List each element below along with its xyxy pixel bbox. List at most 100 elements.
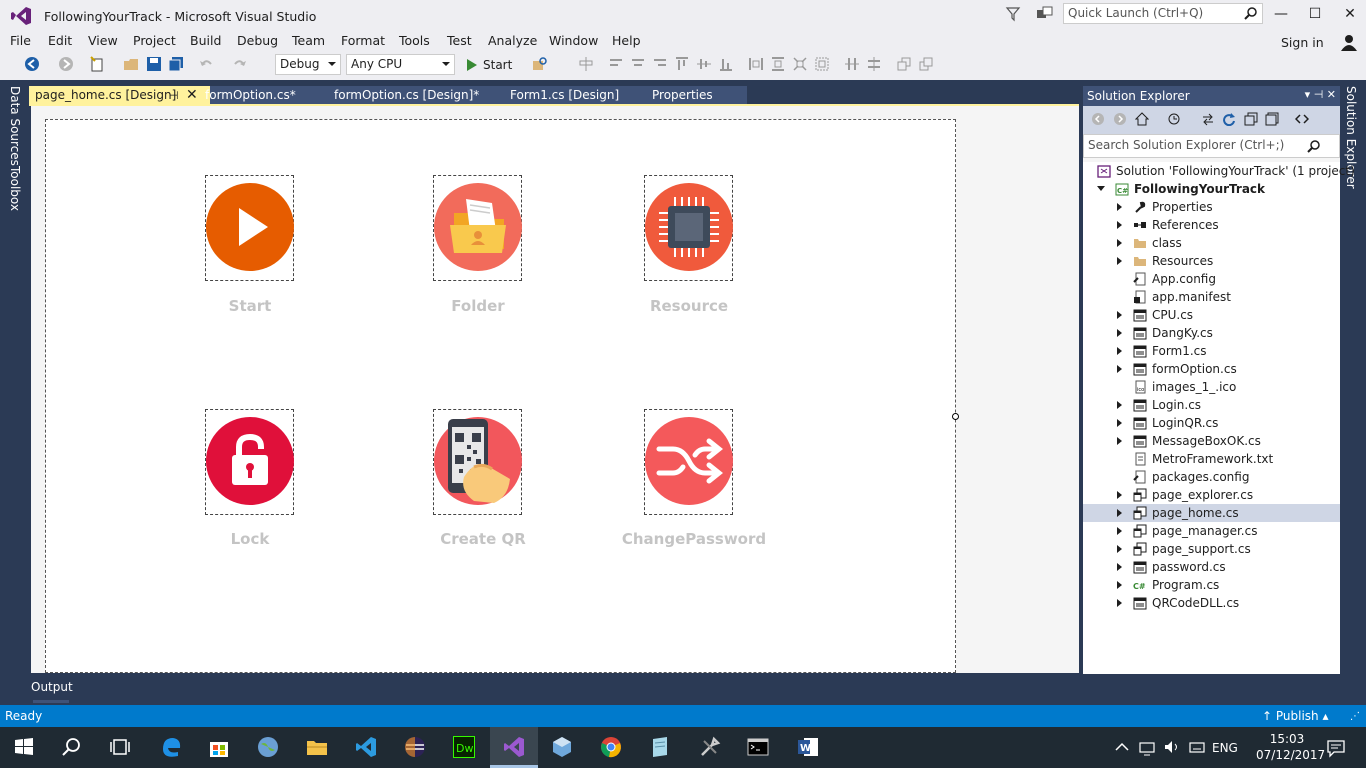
eclipse-icon[interactable] (403, 735, 427, 759)
tree-item[interactable]: Solution 'FollowingYourTrack' (1 project… (1083, 162, 1355, 180)
back-icon[interactable] (1091, 112, 1105, 126)
clock-time[interactable]: 15:03 (1264, 732, 1310, 746)
tab-properties[interactable]: Properties (646, 86, 719, 106)
store-icon[interactable] (207, 735, 231, 759)
action-center-icon[interactable] (1326, 735, 1346, 759)
expand-arrow-icon[interactable] (1117, 545, 1122, 553)
tree-item[interactable]: Properties (1083, 198, 1340, 216)
lock-picturebox[interactable] (205, 409, 294, 515)
tab-form1-design[interactable]: Form1.cs [Design] (504, 86, 625, 106)
expand-arrow-icon[interactable] (1117, 257, 1122, 265)
expand-arrow-icon[interactable] (1117, 401, 1122, 409)
vertical-spacing-icon[interactable] (866, 56, 882, 72)
vs-code-icon[interactable] (354, 735, 378, 759)
expand-arrow-icon[interactable] (1117, 419, 1122, 427)
visual-studio-icon[interactable] (502, 735, 526, 759)
align-tops-icon[interactable] (652, 56, 668, 72)
tree-item[interactable]: C# Program.cs (1083, 576, 1340, 594)
tree-item[interactable]: page_home.cs (1083, 504, 1340, 522)
search-icon[interactable] (60, 735, 84, 759)
close-tab-icon[interactable]: ✕ (186, 87, 198, 103)
expand-arrow-icon[interactable] (1117, 329, 1122, 337)
menu-team[interactable]: Team (292, 33, 325, 48)
menu-tools[interactable]: Tools (399, 33, 430, 48)
send-to-back-icon[interactable] (918, 56, 934, 72)
clock-date[interactable]: 07/12/2017 (1256, 748, 1325, 762)
data-sources-tab[interactable]: Data Sources (8, 86, 22, 166)
open-file-icon[interactable] (123, 56, 139, 72)
expand-arrow-icon[interactable] (1117, 581, 1122, 589)
close-button[interactable]: ✕ (1335, 4, 1365, 24)
solution-explorer-search-input[interactable]: Search Solution Explorer (Ctrl+;) (1083, 134, 1340, 158)
output-tab[interactable]: Output (31, 680, 73, 694)
expand-arrow-icon[interactable] (1117, 599, 1122, 607)
tree-item[interactable]: CPU.cs (1083, 306, 1340, 324)
navigate-back-icon[interactable] (24, 56, 40, 72)
menu-analyze[interactable]: Analyze (488, 33, 537, 48)
show-hidden-icons-icon[interactable] (1114, 735, 1130, 759)
toolbox-tab[interactable]: Toolbox (8, 166, 22, 211)
expand-arrow-icon[interactable] (1117, 311, 1122, 319)
expand-arrow-icon[interactable] (1117, 563, 1122, 571)
solution-platform-select[interactable]: Any CPU (346, 54, 455, 75)
expand-arrow-icon[interactable] (1117, 437, 1122, 445)
tree-item[interactable]: page_explorer.cs (1083, 486, 1340, 504)
resize-handle[interactable] (952, 413, 959, 420)
align-lefts-icon[interactable] (578, 56, 594, 72)
tree-item[interactable]: C# FollowingYourTrack (1083, 180, 1340, 198)
home-icon[interactable] (1135, 112, 1149, 126)
align-bottoms-icon[interactable] (696, 56, 712, 72)
forward-icon[interactable] (1113, 112, 1127, 126)
tree-item[interactable]: ico images_1_.ico (1083, 378, 1340, 396)
tree-item[interactable]: App.config (1083, 270, 1340, 288)
notes-app-icon[interactable] (648, 735, 672, 759)
change-password-picturebox[interactable] (644, 409, 733, 515)
tree-item[interactable]: MessageBoxOK.cs (1083, 432, 1340, 450)
tools-app-icon[interactable] (698, 735, 722, 759)
navigate-forward-icon[interactable] (58, 56, 74, 72)
expand-arrow-icon[interactable] (1117, 347, 1122, 355)
undo-icon[interactable] (198, 56, 214, 72)
collapse-arrow-icon[interactable] (1097, 186, 1105, 191)
notifications-filter-icon[interactable] (1005, 6, 1021, 22)
command-prompt-icon[interactable] (746, 735, 770, 759)
refresh-icon[interactable] (1222, 112, 1236, 126)
expand-arrow-icon[interactable] (1117, 491, 1122, 499)
tree-item[interactable]: formOption.cs (1083, 360, 1340, 378)
redo-icon[interactable] (232, 56, 248, 72)
menu-debug[interactable]: Debug (237, 33, 278, 48)
input-language[interactable]: ENG (1212, 741, 1238, 755)
chrome-icon[interactable] (599, 735, 623, 759)
maximize-button[interactable]: ☐ (1300, 4, 1330, 24)
align-rights-icon[interactable] (630, 56, 646, 72)
file-explorer-icon[interactable] (305, 735, 329, 759)
tree-item[interactable]: MetroFramework.txt (1083, 450, 1340, 468)
align-centers-icon[interactable] (608, 56, 624, 72)
keyboard-icon[interactable] (1188, 735, 1206, 759)
expand-arrow-icon[interactable] (1117, 365, 1122, 373)
search-icon[interactable] (1244, 6, 1258, 20)
show-all-files-icon[interactable] (1265, 112, 1279, 126)
tree-item[interactable]: References (1083, 216, 1340, 234)
tree-item[interactable]: packages.config (1083, 468, 1340, 486)
solution-configuration-select[interactable]: Debug (275, 54, 341, 75)
globe-app-icon[interactable] (256, 735, 280, 759)
expand-arrow-icon[interactable] (1117, 239, 1122, 247)
virtualbox-icon[interactable] (550, 735, 574, 759)
create-qr-picturebox[interactable] (433, 409, 522, 515)
windows-start-icon[interactable] (12, 735, 36, 759)
pin-icon[interactable]: ⊣ (169, 89, 179, 102)
tree-item[interactable]: page_manager.cs (1083, 522, 1340, 540)
network-icon[interactable] (1138, 735, 1156, 759)
expand-arrow-icon[interactable] (1117, 527, 1122, 535)
tree-item[interactable]: app.manifest (1083, 288, 1340, 306)
menu-window[interactable]: Window (549, 33, 598, 48)
sign-in-link[interactable]: Sign in (1281, 35, 1324, 50)
start-debugging-button[interactable]: Start (463, 55, 512, 75)
menu-build[interactable]: Build (190, 33, 221, 48)
make-same-size-icon[interactable] (792, 56, 808, 72)
resize-grip-icon[interactable]: ⋰ (1350, 711, 1360, 722)
edge-browser-icon[interactable] (159, 735, 183, 759)
menu-help[interactable]: Help (612, 33, 641, 48)
account-icon[interactable] (1340, 33, 1358, 51)
